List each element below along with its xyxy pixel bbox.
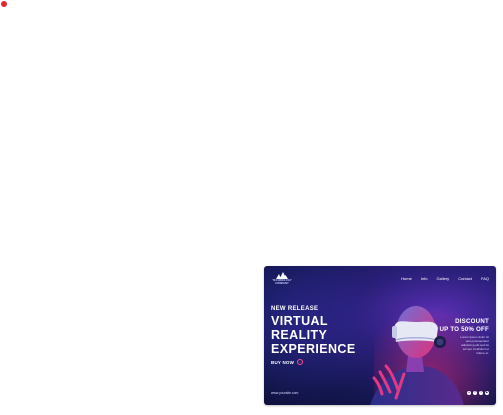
- youtube-icon[interactable]: ▶: [485, 391, 489, 395]
- buy-now-label: BUY NOW: [271, 359, 295, 365]
- new-release-label: NEW RELEASE: [271, 306, 319, 312]
- instagram-icon[interactable]: ●: [467, 391, 471, 395]
- discount-description: Lorem ipsum dolor sit amet,consectetur a…: [429, 335, 489, 355]
- discount-line-1: DISCOUNT: [455, 318, 489, 325]
- arrow-right-icon: ›: [297, 359, 304, 365]
- nav-item-info[interactable]: Info: [421, 276, 428, 281]
- company-logo[interactable]: TECHNOLOGY COMPANY: [271, 271, 293, 285]
- top-navigation: Home Info Gallery Contact FAQ: [401, 276, 489, 281]
- facebook-icon[interactable]: f: [473, 391, 477, 395]
- vr-promo-banner: TECHNOLOGY COMPANY Home Info Gallery Con…: [264, 266, 496, 405]
- website-url[interactable]: www.yoursite.com: [271, 391, 298, 395]
- discount-heading: DISCOUNT UP TO 50% OFF: [440, 318, 489, 333]
- headline-line-2: REALITY: [271, 328, 328, 342]
- nav-item-gallery[interactable]: Gallery: [437, 276, 450, 281]
- discount-body-line-5: labore et.: [476, 351, 489, 355]
- page: TECHNOLOGY COMPANY Home Info Gallery Con…: [0, 0, 503, 415]
- nav-item-faq[interactable]: FAQ: [481, 276, 489, 281]
- social-links: ● f t ▶: [467, 391, 489, 395]
- logo-text-line2: COMPANY: [275, 282, 289, 285]
- headline: VIRTUAL REALITY EXPERIENCE: [271, 314, 356, 356]
- mountain-logo-icon: [276, 272, 288, 279]
- headline-line-1: VIRTUAL: [271, 314, 328, 328]
- buy-now-button[interactable]: BUY NOW ›: [271, 359, 304, 365]
- twitter-icon[interactable]: t: [479, 391, 483, 395]
- discount-line-2: UP TO 50% OFF: [439, 325, 489, 333]
- headline-line-3: EXPERIENCE: [271, 342, 356, 356]
- recording-indicator-icon: [1, 1, 7, 7]
- nav-item-contact[interactable]: Contact: [458, 276, 472, 281]
- nav-item-home[interactable]: Home: [401, 276, 412, 281]
